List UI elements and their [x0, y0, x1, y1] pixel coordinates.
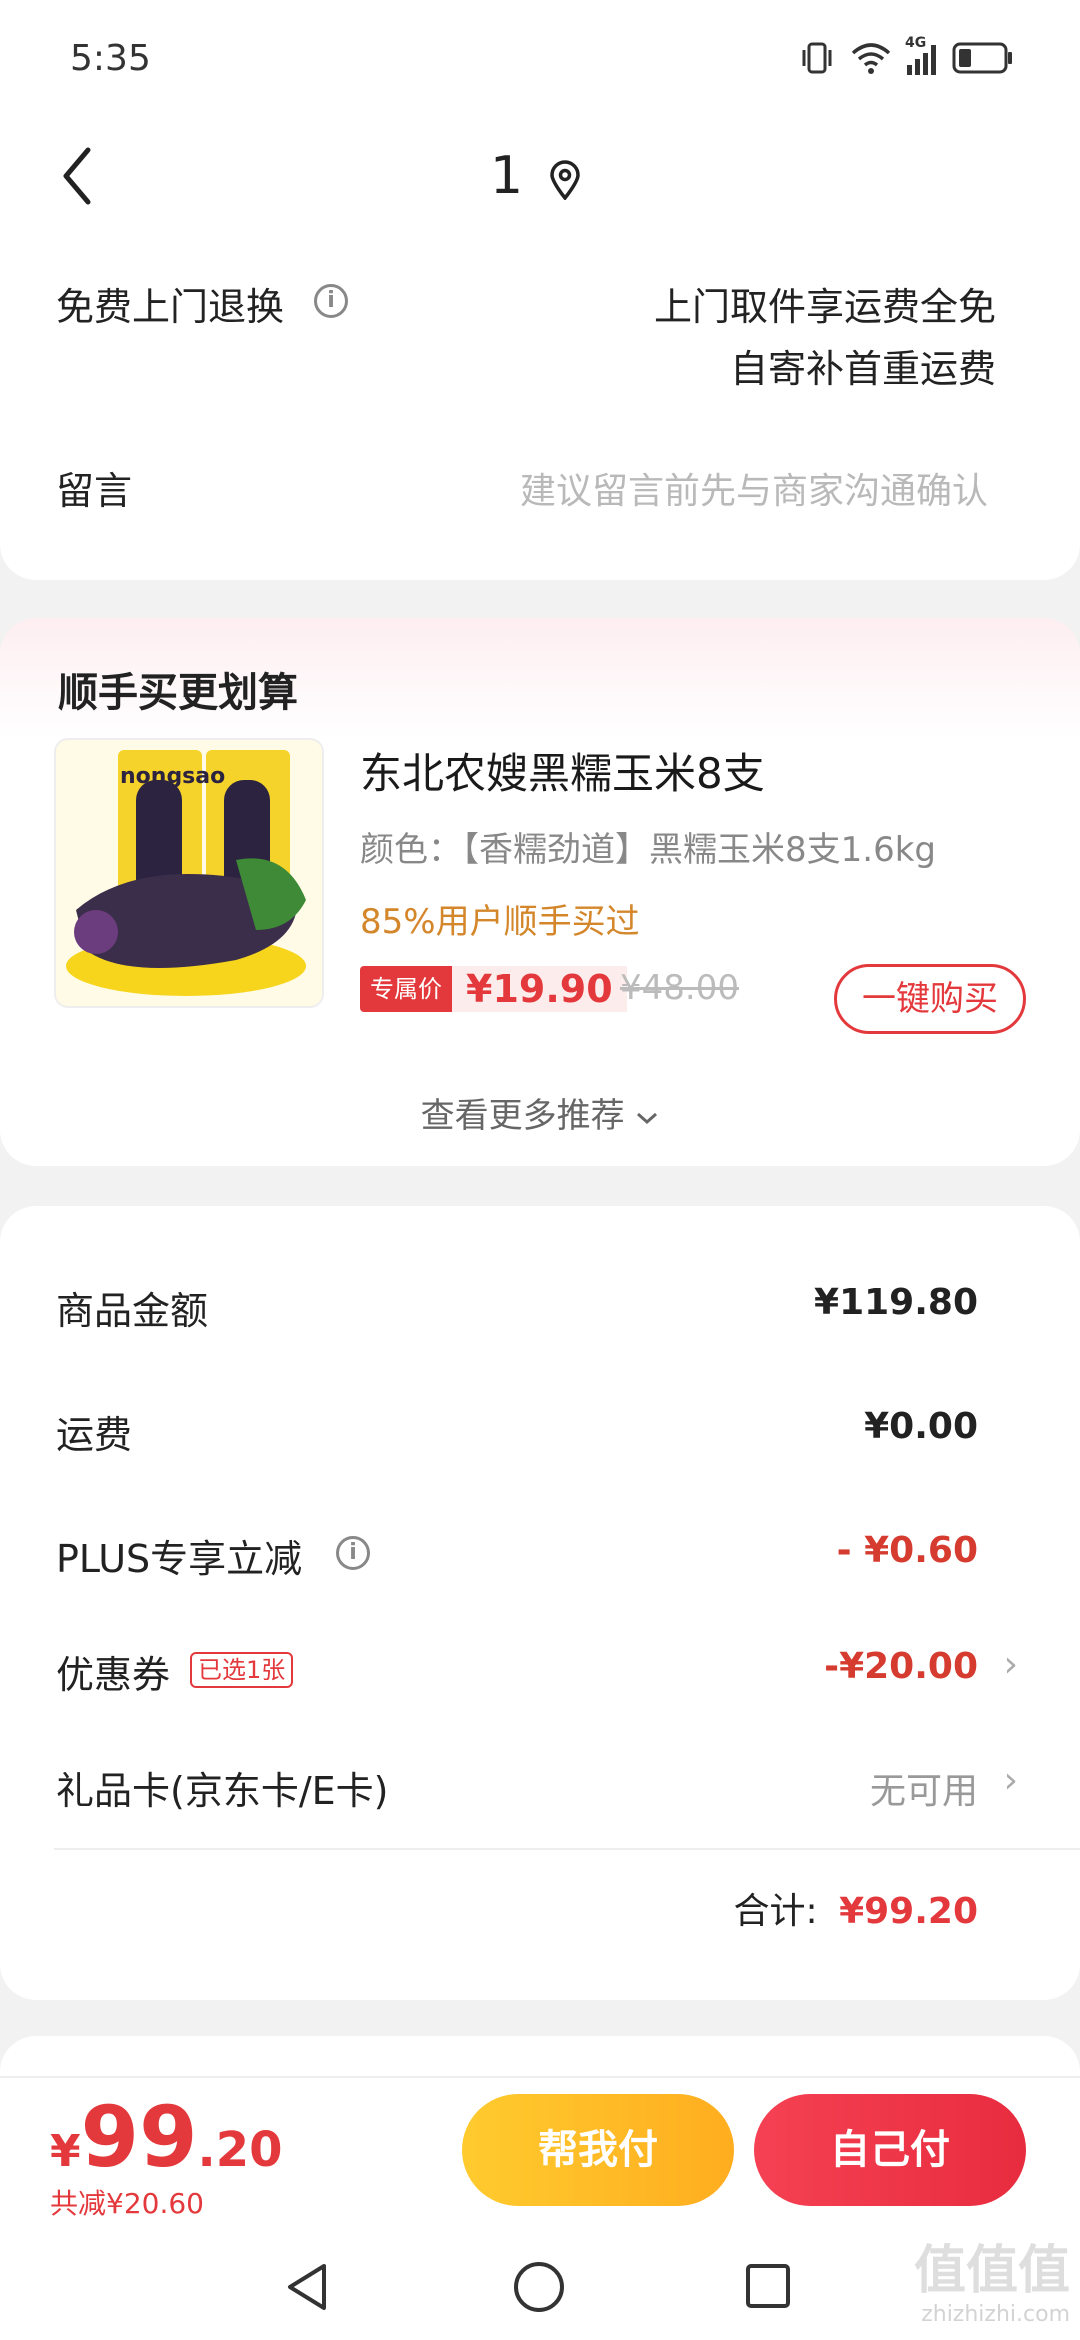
return-line1: 上门取件享运费全免 [653, 285, 996, 329]
product-name[interactable]: 东北农嫂黑糯玉米8支 [360, 740, 765, 801]
back-arrow-icon[interactable] [58, 146, 98, 206]
pay-amount-dec: .20 [197, 2122, 283, 2178]
total-saved: 共减¥20.60 [50, 2187, 204, 2220]
message-label: 留言 [56, 469, 133, 513]
chevron-down-icon [637, 1112, 658, 1124]
page-title: 1 [490, 146, 524, 206]
plus-discount-label: PLUS专享立减 [56, 1537, 303, 1581]
wifi-icon [851, 43, 891, 74]
pay-amount-int: 99 [80, 2088, 198, 2186]
signal-icon: 4G [905, 35, 936, 75]
product-price-tag: 专属价 ¥19.90 [360, 964, 627, 1014]
help-me-pay-button[interactable]: 帮我付 [462, 2094, 734, 2206]
more-recommend-label: 查看更多推荐 [420, 1096, 625, 1136]
one-click-buy-button[interactable]: 一键购买 [834, 964, 1026, 1034]
total-label: 合计: [733, 1891, 818, 1932]
brand-logo-text: nongsao [120, 764, 226, 789]
location-pin-icon[interactable] [548, 160, 582, 200]
battery-icon [952, 42, 1012, 74]
info-icon[interactable]: i [314, 284, 348, 318]
watermark: 值值值 [913, 2241, 1070, 2301]
divider [54, 1848, 1080, 1850]
nav-recents-icon[interactable] [744, 2262, 792, 2310]
recommend-card: 顺手买更划算 nongsao 东北农嫂黑糯玉米8支 颜色：【香糯劲道】黑糯玉米8… [0, 618, 1080, 1166]
pay-amount: ¥99.20 [50, 2088, 283, 2186]
info-icon[interactable]: i [336, 1536, 370, 1570]
more-recommend-link[interactable]: 查看更多推荐 [0, 1088, 1080, 1137]
vibrate-icon [802, 42, 832, 74]
recommend-title: 顺手买更划算 [58, 670, 298, 716]
network-label: 4G [905, 35, 927, 51]
product-spec: 颜色：【香糯劲道】黑糯玉米8支1.6kg [360, 830, 936, 870]
product-original-price: ¥48.00 [620, 968, 739, 1008]
product-price: ¥19.90 [452, 966, 627, 1012]
coupon-selected-badge: 已选1张 [190, 1652, 294, 1688]
return-label: 免费上门退换 [56, 285, 285, 329]
goods-amount-label: 商品金额 [56, 1289, 209, 1333]
currency-symbol: ¥ [50, 2126, 81, 2177]
shipping-value: ¥0.00 [864, 1406, 978, 1447]
status-bar: 5:35 4G [0, 0, 1080, 120]
pay-myself-button[interactable]: 自己付 [754, 2094, 1026, 2206]
price-detail-card: 商品金额 ¥119.80 运费 ¥0.00 PLUS专享立减 i - ¥0.60… [0, 1206, 1080, 2000]
status-icons: 4G [799, 35, 1014, 76]
total-value: ¥99.20 [839, 1891, 978, 1932]
product-bought-rate: 85%用户顺手买过 [360, 902, 640, 942]
return-line2: 自寄补首重运费 [729, 347, 996, 391]
coupon-value: -¥20.00 [824, 1646, 978, 1687]
chevron-right-icon: › [1003, 1644, 1018, 1685]
nav-back-icon[interactable] [284, 2262, 330, 2312]
watermark-url: zhizhizhi.com [921, 2302, 1070, 2327]
order-options-card: 免费上门退换 i 上门取件享运费全免 自寄补首重运费 留言 建议留言前先与商家沟… [0, 230, 1080, 580]
gift-card-value: 无可用 [869, 1771, 978, 1812]
exclusive-price-badge: 专属价 [360, 966, 452, 1012]
checkout-bar: ¥99.20 共减¥20.60 帮我付 自己付 [0, 2076, 1080, 2230]
product-image[interactable]: nongsao [54, 738, 324, 1008]
gift-card-label: 礼品卡(京东卡/E卡) [56, 1769, 389, 1813]
shipping-label: 运费 [56, 1413, 133, 1457]
plus-discount-value: - ¥0.60 [836, 1530, 978, 1571]
message-input[interactable]: 建议留言前先与商家沟通确认 [520, 462, 988, 514]
goods-amount-value: ¥119.80 [814, 1282, 978, 1323]
total-row: 合计: ¥99.20 [733, 1882, 978, 1934]
coupon-label: 优惠券 [56, 1653, 171, 1697]
chevron-right-icon: › [1003, 1760, 1018, 1801]
header: 1 [0, 120, 1080, 230]
nav-home-icon[interactable] [512, 2260, 566, 2314]
status-time: 5:35 [70, 38, 151, 79]
